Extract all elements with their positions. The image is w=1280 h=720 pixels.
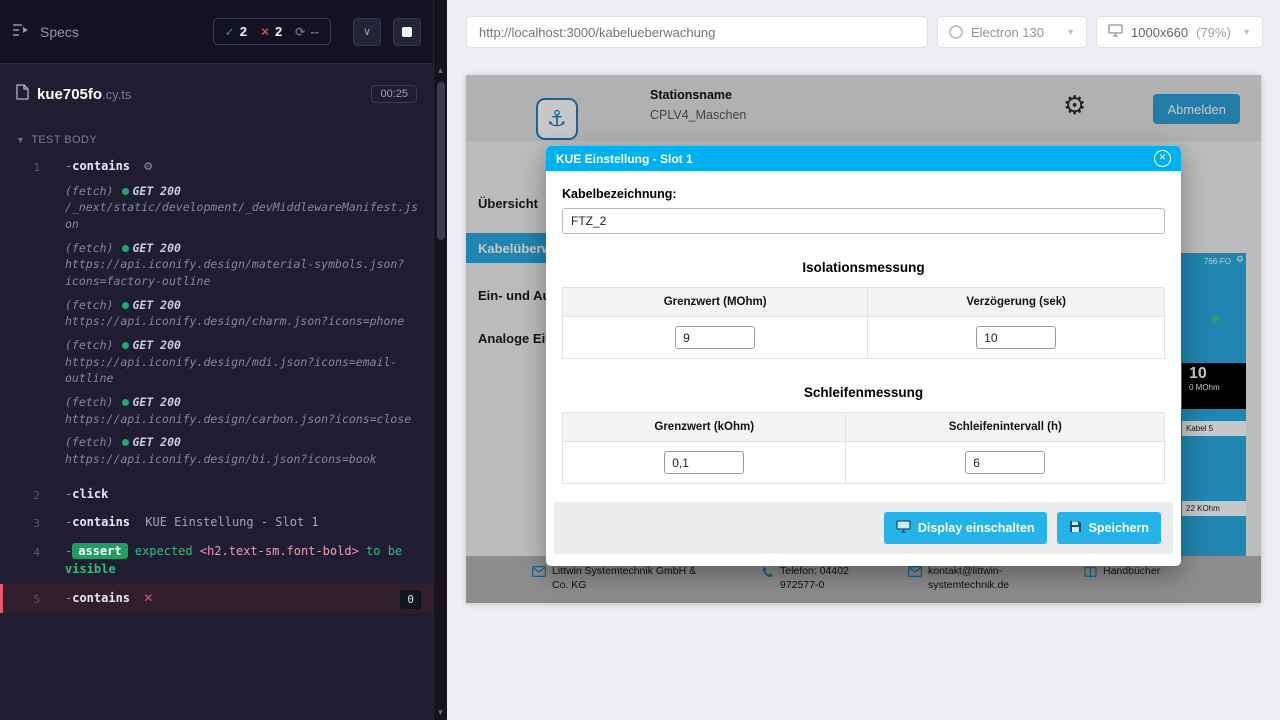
spec-file-icon [16, 84, 29, 104]
xhr-log[interactable]: (fetch)GET 200https://api.iconify.design… [65, 434, 419, 467]
check-icon: ✓ [225, 25, 235, 39]
chevron-down-icon: ▼ [1066, 27, 1075, 37]
status-dot [122, 188, 129, 195]
xhr-log[interactable]: (fetch)GET 200/_next/static/development/… [65, 183, 419, 233]
count-badge: 0 [400, 590, 421, 609]
command-name: click [72, 487, 108, 501]
reporter-scrollbar[interactable]: ▲ ▼ [433, 0, 447, 720]
modal-header: KUE Einstellung - Slot 1 ✕ [546, 146, 1181, 171]
browser-select[interactable]: Electron 130 ▼ [937, 16, 1087, 48]
spec-header: kue705fo .cy.ts 00:25 [0, 64, 433, 124]
isolation-title: Isolationsmessung [562, 260, 1165, 275]
grenzwert-mohm-input[interactable] [675, 326, 755, 349]
line-number: 4 [3, 544, 53, 561]
viewport-select[interactable]: 1000x660 (79%) ▼ [1096, 16, 1263, 48]
display-icon [896, 520, 911, 536]
command-row[interactable]: 1-contains ⚙(fetch)GET 200/_next/static/… [0, 152, 433, 480]
command-row[interactable]: 3-contains KUE Einstellung - Slot 1 [0, 508, 433, 537]
gear-icon: ⚙ [143, 160, 153, 173]
command-arg: KUE Einstellung - Slot 1 [145, 515, 318, 529]
cypress-reporter: Specs ✓2 ✕2 ⟳-- ∨ kue705fo .cy.ts 00:25 … [0, 0, 433, 720]
stat-failed[interactable]: ✕2 [260, 24, 282, 39]
isolation-table: Grenzwert (MOhm) Verzögerung (sek) [562, 287, 1165, 359]
modal-footer: Display einschalten Speichern [554, 502, 1173, 554]
schleifen-title: Schleifenmessung [562, 385, 1165, 400]
assert-target: <h2.text-sm.font-bold> [200, 544, 359, 558]
schleifenintervall-input[interactable] [965, 451, 1045, 474]
modal-title: KUE Einstellung - Slot 1 [556, 152, 693, 166]
chevron-down-icon: ▼ [16, 135, 25, 145]
command-row[interactable]: 2-click [0, 480, 433, 509]
scrollbar-thumb[interactable] [437, 82, 445, 240]
xhr-log[interactable]: (fetch)GET 200https://api.iconify.design… [65, 297, 419, 330]
line-number: 1 [3, 159, 53, 176]
x-icon: ✕ [260, 25, 270, 39]
xhr-log[interactable]: (fetch)GET 200https://api.iconify.design… [65, 394, 419, 427]
electron-icon [949, 25, 963, 39]
assert-badge: assert [72, 543, 127, 559]
browser-toolbar: Electron 130 ▼ 1000x660 (79%) ▼ [466, 16, 1263, 48]
stop-button[interactable] [393, 18, 421, 46]
command-log: 1-contains ⚙(fetch)GET 200/_next/static/… [0, 152, 433, 613]
kabelbezeichnung-input[interactable] [562, 208, 1165, 234]
verzoegerung-input[interactable] [976, 326, 1056, 349]
collapse-all-button[interactable]: ∨ [353, 18, 381, 46]
column-header: Grenzwert (MOhm) [563, 288, 868, 317]
save-button[interactable]: Speichern [1057, 512, 1161, 544]
spec-timer: 00:25 [371, 85, 417, 103]
display-on-button[interactable]: Display einschalten [884, 512, 1047, 544]
app-under-test: ⚓ Stationsname CPLV4_Maschen ⚙ Abmelden … [466, 75, 1261, 603]
viewport-icon [1108, 24, 1123, 40]
close-icon[interactable]: ✕ [1154, 150, 1171, 167]
stop-icon [402, 27, 412, 37]
zoom-level: (79%) [1196, 25, 1231, 40]
screen: Specs ✓2 ✕2 ⟳-- ∨ kue705fo .cy.ts 00:25 … [0, 0, 1280, 720]
schleifen-table: Grenzwert (kOhm) Schleifenintervall (h) [562, 412, 1165, 484]
save-icon [1069, 520, 1082, 536]
spec-extension: .cy.ts [102, 87, 131, 102]
spec-name[interactable]: kue705fo [37, 86, 102, 103]
command-name: contains [72, 591, 130, 605]
line-number: 3 [3, 515, 53, 532]
reporter-header: Specs ✓2 ✕2 ⟳-- ∨ [0, 0, 433, 64]
modal-body: Kabelbezeichnung: Isolationsmessung Gren… [546, 171, 1181, 566]
aut-panel: Electron 130 ▼ 1000x660 (79%) ▼ ⚓ Statio… [447, 0, 1280, 720]
test-body-section[interactable]: ▼ TEST BODY [0, 124, 433, 152]
specs-label[interactable]: Specs [40, 24, 79, 40]
xhr-log[interactable]: (fetch)GET 200https://api.iconify.design… [65, 337, 419, 387]
chevron-down-icon: ∨ [363, 25, 371, 38]
scroll-up-arrow[interactable]: ▲ [434, 66, 447, 75]
line-number: 2 [3, 487, 53, 504]
status-dot [122, 342, 129, 349]
column-header: Grenzwert (kOhm) [563, 413, 846, 442]
status-dot [122, 439, 129, 446]
column-header: Schleifenintervall (h) [846, 413, 1165, 442]
fail-icon: ✕ [143, 591, 153, 605]
line-number: 5 [3, 591, 53, 608]
status-dot [122, 245, 129, 252]
test-stats: ✓2 ✕2 ⟳-- [213, 18, 331, 45]
command-name: contains [72, 159, 130, 173]
kue-settings-modal: KUE Einstellung - Slot 1 ✕ Kabelbezeichn… [546, 146, 1181, 566]
stat-pending[interactable]: ⟳-- [295, 24, 319, 39]
kabel-label: Kabelbezeichnung: [562, 187, 1165, 201]
grenzwert-kohm-input[interactable] [664, 451, 744, 474]
refresh-icon: ⟳ [295, 25, 305, 39]
url-input[interactable] [466, 16, 928, 48]
command-row[interactable]: 4-assert expected <h2.text-sm.font-bold>… [0, 537, 433, 584]
command-row[interactable]: 5-contains ✕0 [0, 584, 433, 613]
specs-menu-icon[interactable] [12, 22, 30, 41]
stat-passed[interactable]: ✓2 [225, 24, 247, 39]
chevron-down-icon: ▼ [1242, 27, 1251, 37]
xhr-log[interactable]: (fetch)GET 200https://api.iconify.design… [65, 240, 419, 290]
scroll-down-arrow[interactable]: ▼ [434, 708, 447, 717]
status-dot [122, 302, 129, 309]
column-header: Verzögerung (sek) [868, 288, 1165, 317]
status-dot [122, 399, 129, 406]
command-name: contains [72, 515, 130, 529]
